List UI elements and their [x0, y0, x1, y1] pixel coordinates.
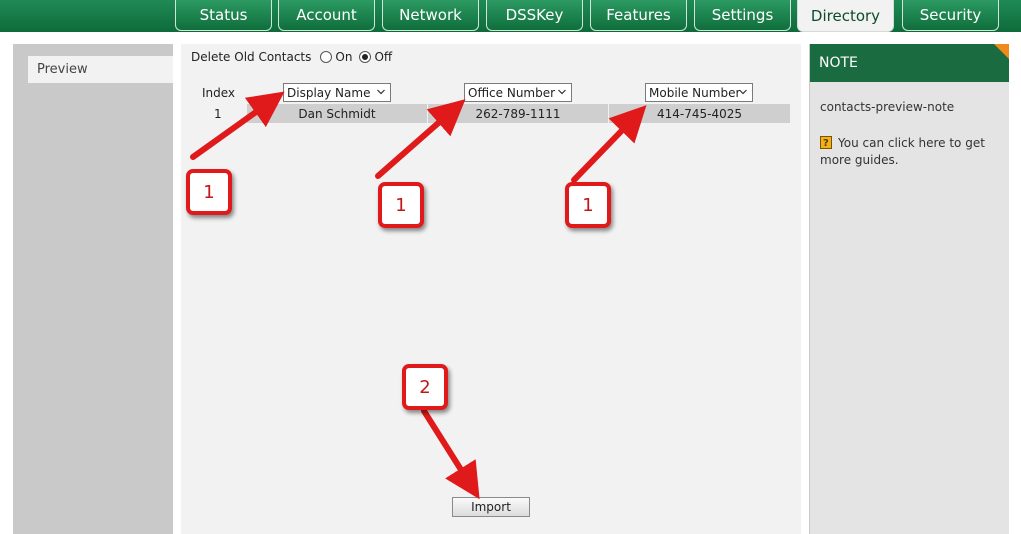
left-sidebar: Preview: [13, 44, 173, 534]
radio-on[interactable]: [320, 51, 333, 63]
note-guide-text: You can click here to get more guides.: [820, 136, 985, 167]
tab-account[interactable]: Account: [278, 0, 375, 31]
note-panel: NOTE contacts-preview-note You can click…: [809, 44, 1010, 534]
index-column-header: Index: [202, 86, 236, 100]
tab-settings[interactable]: Settings: [694, 0, 791, 31]
cell-office-number: 262-789-1111: [428, 104, 608, 123]
office-number-select-value: Office Number: [468, 85, 556, 100]
mobile-number-select[interactable]: Mobile Number: [645, 83, 753, 102]
note-guide-link[interactable]: You can click here to get more guides.: [820, 135, 1000, 169]
delete-old-contacts-row: Delete Old Contacts On Off: [191, 48, 392, 66]
tab-dsskey[interactable]: DSSKey: [486, 0, 583, 31]
radio-on-label: On: [335, 50, 353, 64]
row-index: 1: [214, 107, 222, 121]
delete-old-contacts-label: Delete Old Contacts: [191, 50, 312, 64]
callout-1-office-number: 1: [378, 182, 424, 228]
top-navigation: Status Account Network DSSKey Features S…: [0, 0, 1021, 32]
note-corner-icon: [994, 44, 1010, 60]
display-name-select[interactable]: Display Name: [283, 83, 391, 102]
callout-1-mobile-number: 1: [565, 182, 611, 228]
radio-off[interactable]: [359, 51, 372, 63]
tab-features[interactable]: Features: [590, 0, 687, 31]
radio-off-label: Off: [374, 50, 393, 64]
note-header-title: NOTE: [819, 55, 858, 71]
note-header: NOTE: [810, 44, 1010, 82]
cell-mobile-number: 414-745-4025: [609, 104, 790, 123]
right-edge-strip: [1009, 44, 1021, 534]
chevron-down-icon: [739, 89, 747, 95]
callout-1-display-name: 1: [186, 169, 232, 215]
tab-status[interactable]: Status: [175, 0, 272, 31]
chevron-down-icon: [377, 89, 385, 95]
book-help-icon: [820, 135, 832, 152]
tab-directory[interactable]: Directory: [797, 0, 894, 32]
note-text: contacts-preview-note: [820, 100, 955, 114]
office-number-select[interactable]: Office Number: [464, 83, 572, 102]
main-panel: Delete Old Contacts On Off Index Display…: [181, 44, 801, 534]
callout-2-import: 2: [402, 364, 448, 410]
sidebar-item-label: Preview: [37, 62, 88, 77]
import-button[interactable]: Import: [452, 497, 530, 517]
tab-security[interactable]: Security: [902, 0, 999, 31]
tab-network[interactable]: Network: [382, 0, 479, 31]
mobile-number-select-value: Mobile Number: [649, 85, 741, 100]
chevron-down-icon: [558, 89, 566, 95]
sidebar-item-preview[interactable]: Preview: [28, 56, 173, 83]
display-name-select-value: Display Name: [287, 85, 371, 100]
cell-display-name: Dan Schmidt: [247, 104, 427, 123]
